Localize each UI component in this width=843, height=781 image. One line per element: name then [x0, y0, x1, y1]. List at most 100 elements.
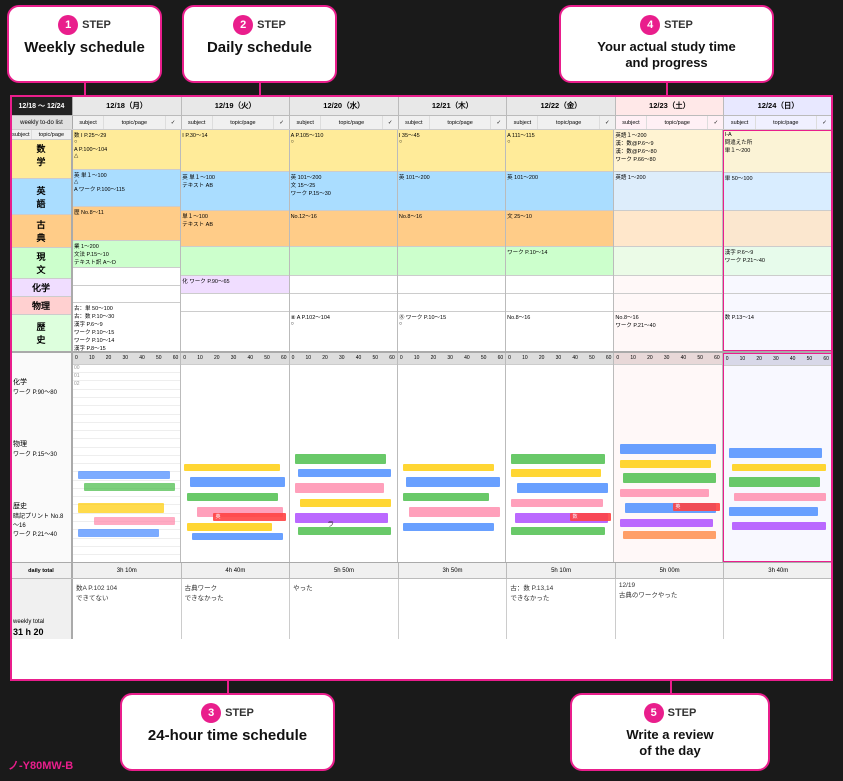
- day-col-sat: 英語１～200 漢：数@P.6～9 漢：数@P.6～80 ワーク P.66～80…: [614, 130, 722, 351]
- day-col-tue: I P.30～14 英 単１～100 テキスト AB 単１～100 テキスト A…: [181, 130, 289, 351]
- col-subject-3: subject: [290, 116, 321, 129]
- day-header-tue: 12/19（火）: [182, 96, 291, 115]
- step1-box: 1 STEP Weekly schedule: [7, 5, 162, 83]
- col-topic-1: topic/page: [104, 116, 165, 129]
- day-col-mon: 数 I P.25～29○ A P.100～104△ 英 単１～100△ A ワー…: [73, 130, 181, 351]
- col-subject-6: subject: [616, 116, 647, 129]
- time-grid-tue: 0102030405060 英: [181, 353, 289, 562]
- total-tue: 4h 40m: [182, 563, 291, 578]
- time-labels: 化学ワーク P.90～80 物理ワーク P.15～30 歴史暗記プリント No.…: [11, 353, 73, 562]
- step2-title: Daily schedule: [196, 39, 323, 57]
- week-range: 12/18 ～ 12/24: [11, 96, 73, 115]
- col-topic-7: topic/page: [756, 116, 817, 129]
- step3-box: 3 STEP 24-hour time schedule: [120, 693, 335, 771]
- note-fri: 古：数 P.13,14できなかった: [507, 579, 616, 639]
- time-subject-history: 歴史暗記プリント No.8～16ワーク P.21～40: [13, 501, 69, 538]
- day-header-thu: 12/21（木）: [399, 96, 508, 115]
- col-check-6: ✓: [708, 116, 723, 129]
- day-header-fri: 12/22（金）: [507, 96, 616, 115]
- subject-classical: 古典: [11, 215, 71, 248]
- total-sun: 3h 40m: [724, 563, 832, 578]
- day-header-sun: 12/24（日）: [724, 96, 832, 115]
- spreadsheet: 12/18 ～ 12/24 12/18（月） 12/19（火） 12/20（水）…: [10, 95, 833, 681]
- main-container: 1 STEP Weekly schedule 2 STEP Daily sche…: [0, 0, 843, 781]
- total-sat: 5h 00m: [616, 563, 725, 578]
- col-subject-2: subject: [182, 116, 213, 129]
- weekly-total-value: 31 h 20: [13, 627, 69, 637]
- step2-number: 2: [233, 15, 253, 35]
- col-check-2: ✓: [274, 116, 289, 129]
- day-header-wed: 12/20（水）: [290, 96, 399, 115]
- col-topic-4: topic/page: [430, 116, 491, 129]
- total-mon: 3h 10m: [73, 563, 182, 578]
- step4-label: STEP: [664, 19, 693, 31]
- note-sat: 12/19古典のワークやった: [616, 579, 725, 639]
- col-subject-5: subject: [507, 116, 538, 129]
- subject-history: 歴史: [11, 315, 71, 351]
- col-topic-2: topic/page: [213, 116, 274, 129]
- todo-list-header: weekly to-do list: [11, 116, 72, 129]
- notes-area: weekly total 31 h 20 数A P.102 104できてない 古…: [11, 579, 832, 639]
- time-subject-chem: 化学ワーク P.90～80: [13, 377, 69, 396]
- time-grid-sun: 0102030405060: [723, 353, 832, 562]
- watermark: ノ-Y80MW-B: [8, 757, 73, 773]
- col-check-3: ✓: [383, 116, 398, 129]
- col-check-1: ✓: [166, 116, 181, 129]
- day-header-mon: 12/18（月）: [73, 96, 182, 115]
- total-thu: 3h 50m: [399, 563, 508, 578]
- time-grid-mon: 0102030405060 00 01 02: [73, 353, 181, 562]
- step3-number: 3: [201, 703, 221, 723]
- day-col-wed: A P.105～110○ 英 101～200 文 15～25 ワーク P.15～…: [290, 130, 398, 351]
- note-tue: 古典ワークできなかった: [182, 579, 291, 639]
- weekly-total-label: weekly total: [13, 619, 69, 625]
- total-fri: 5h 10m: [507, 563, 616, 578]
- day-col-thu: I 35～45○ 英 101～200 No.8～16 ⑧ ワーク P.10～15…: [398, 130, 506, 351]
- daily-total-label: daily total: [11, 563, 73, 578]
- step2-label: STEP: [257, 19, 286, 31]
- subject-math: 数学: [11, 140, 71, 179]
- step3-label: STEP: [225, 707, 254, 719]
- col-check-5: ✓: [600, 116, 615, 129]
- step1-number: 1: [58, 15, 78, 35]
- step3-connector: [227, 679, 229, 693]
- total-wed: 5h 50m: [290, 563, 399, 578]
- step5-title: Write a reviewof the day: [584, 727, 756, 758]
- subject-physics: 物理: [11, 297, 71, 315]
- col-topic-3: topic/page: [321, 116, 382, 129]
- subject-english: 英語: [11, 179, 71, 215]
- col-subject-7: subject: [724, 116, 755, 129]
- note-wed: やった: [290, 579, 399, 639]
- col-topic-5: topic/page: [538, 116, 599, 129]
- day-col-fri: A 111～115○ 英 101～200 文 25～10 ワーク P.10～14: [506, 130, 614, 351]
- step5-connector: [670, 679, 672, 693]
- step1-title: Weekly schedule: [21, 39, 148, 57]
- col-check-7: ✓: [817, 116, 832, 129]
- step4-title: Your actual study timeand progress: [573, 39, 760, 70]
- col-subject-1: subject: [73, 116, 104, 129]
- note-thu: [399, 579, 508, 639]
- step5-label: STEP: [668, 707, 697, 719]
- step1-label: STEP: [82, 19, 111, 31]
- step3-title: 24-hour time schedule: [134, 727, 321, 745]
- step5-box: 5 STEP Write a reviewof the day: [570, 693, 770, 771]
- col-topic-6: topic/page: [647, 116, 708, 129]
- time-subject-physics: 物理ワーク P.15～30: [13, 439, 69, 458]
- step5-number: 5: [644, 703, 664, 723]
- step4-box: 4 STEP Your actual study timeand progres…: [559, 5, 774, 83]
- sidebar-subject-header: subject: [11, 130, 32, 139]
- time-grid-wed: 0102030405060 ラ: [290, 353, 398, 562]
- time-grid-fri: 0102030405060 数: [506, 353, 614, 562]
- weekly-total-area: weekly total 31 h 20: [11, 579, 73, 639]
- step4-number: 4: [640, 15, 660, 35]
- sidebar-topic-header: topic/page: [32, 130, 71, 139]
- daily-totals-row: daily total 3h 10m 4h 40m 5h 50m 3h 50m …: [11, 563, 832, 579]
- col-check-4: ✓: [491, 116, 506, 129]
- subject-modern: 現文: [11, 248, 71, 279]
- col-subject-4: subject: [399, 116, 430, 129]
- time-grid-sat: 0102030405060 英: [614, 353, 722, 562]
- day-col-sun: I-A 問違えた所 単１～200 単 50～100 漢字 P.6～9 ワーク P…: [723, 130, 832, 351]
- day-header-sat: 12/23（土）: [616, 96, 725, 115]
- note-sun: [724, 579, 832, 639]
- time-grid-thu: 0102030405060: [398, 353, 506, 562]
- step2-box: 2 STEP Daily schedule: [182, 5, 337, 83]
